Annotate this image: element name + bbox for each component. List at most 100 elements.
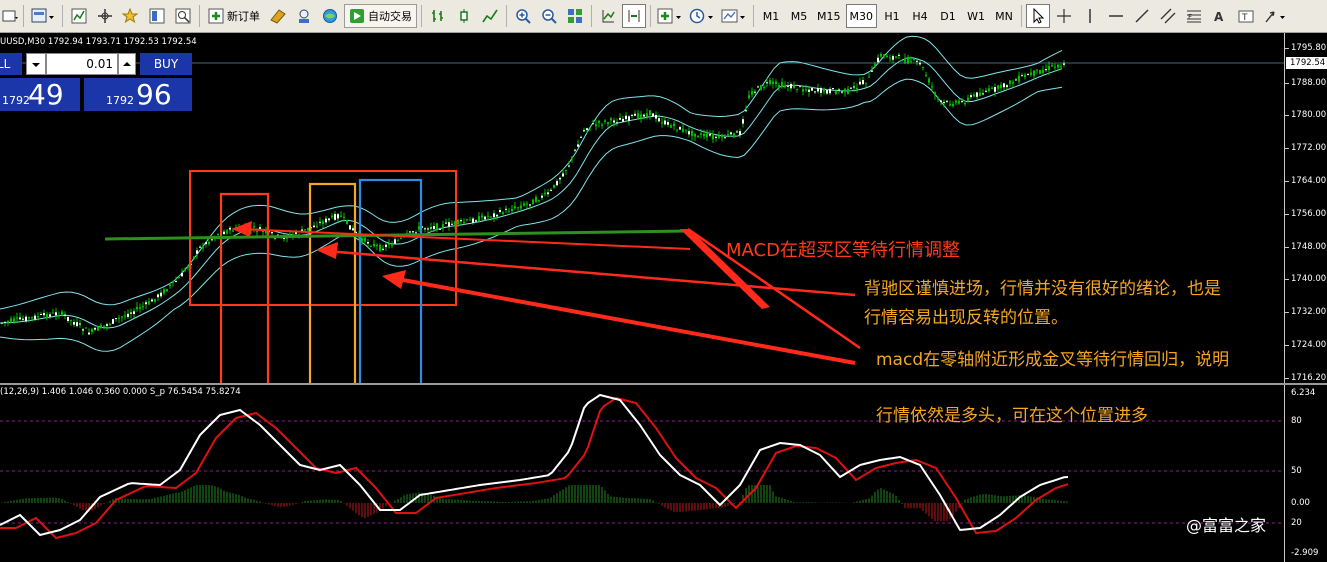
new-chart-button[interactable] — [1, 4, 19, 28]
price-axis-label: 1772.00 — [1291, 143, 1327, 153]
candle-body — [388, 243, 390, 245]
candle-body — [706, 133, 708, 138]
arrows-tool-icon[interactable] — [1260, 4, 1290, 28]
bar-chart-icon[interactable] — [426, 4, 450, 28]
crosshair-tool-icon[interactable] — [1052, 4, 1076, 28]
new-order-button[interactable]: 新订单 — [204, 4, 264, 28]
cursor-tool-icon[interactable] — [1026, 4, 1050, 28]
signals-icon[interactable] — [292, 4, 316, 28]
timeframe-h1[interactable]: H1 — [879, 4, 905, 28]
candle-body — [862, 80, 864, 85]
favorites-icon[interactable] — [119, 4, 143, 28]
timeframe-m5[interactable]: M5 — [786, 4, 812, 28]
candle-body — [736, 131, 738, 133]
channel-tool-icon[interactable] — [1156, 4, 1180, 28]
lot-increase-button[interactable] — [118, 53, 136, 75]
strategy-tester-icon[interactable] — [171, 4, 195, 28]
candle-body — [460, 220, 462, 222]
candle-body — [1000, 84, 1002, 88]
horizontal-line-tool-icon[interactable] — [1104, 4, 1128, 28]
periods-icon[interactable] — [687, 4, 717, 28]
candle-body — [724, 137, 726, 139]
timeframe-m30[interactable]: M30 — [845, 4, 877, 28]
candle-body — [952, 103, 954, 106]
price-axis-label: 1756.00 — [1291, 209, 1327, 219]
lot-dropdown[interactable] — [26, 53, 46, 75]
timeframe-h4[interactable]: H4 — [907, 4, 933, 28]
price-axis: 1792.54 1795.80 1788.00 1780.00 1772.00 1764… — [1284, 33, 1327, 383]
candle-body — [820, 88, 822, 93]
candle-body — [847, 88, 849, 94]
candle-body — [328, 218, 330, 221]
candle-body — [559, 177, 561, 180]
market-watch-icon[interactable] — [67, 4, 91, 28]
text-tool-icon[interactable]: A — [1208, 4, 1232, 28]
templates-icon[interactable] — [719, 4, 749, 28]
candle-body — [790, 84, 792, 89]
candle-body — [457, 220, 459, 224]
vertical-line-tool-icon[interactable] — [1078, 4, 1102, 28]
candle-body — [391, 244, 393, 246]
indicator-info: (12,26,9) 1.406 1.046 0.360 0.000 S_p 76… — [0, 387, 241, 397]
profiles-button[interactable] — [28, 4, 58, 28]
candle-body — [37, 316, 39, 318]
chart-shift-icon[interactable] — [622, 4, 646, 28]
lot-size-input[interactable]: 0.01 — [46, 53, 118, 75]
trendline-tool-icon[interactable] — [1130, 4, 1154, 28]
candle-body — [91, 329, 93, 332]
candle-body — [22, 318, 24, 320]
timeframe-w1[interactable]: W1 — [963, 4, 989, 28]
candle-body — [895, 56, 897, 58]
sell-button[interactable]: LL — [0, 53, 22, 75]
candle-body — [184, 269, 186, 271]
candle-body — [256, 231, 258, 233]
candle-body — [865, 82, 867, 84]
candle-body — [217, 233, 219, 236]
line-chart-icon[interactable] — [478, 4, 502, 28]
fibonacci-tool-icon[interactable]: F — [1182, 4, 1206, 28]
timeframe-m1[interactable]: M1 — [758, 4, 784, 28]
candle-body — [757, 86, 759, 88]
candle-body — [682, 128, 684, 133]
crosshair-nav-icon[interactable] — [93, 4, 117, 28]
candle-body — [52, 312, 54, 314]
annotation-divergence-line2: 行情容易出现反转的位置。 — [864, 308, 1068, 328]
candlestick-chart-icon[interactable] — [452, 4, 476, 28]
candle-body — [1024, 74, 1026, 78]
candle-body — [619, 118, 621, 120]
buy-button[interactable]: BUY — [140, 53, 192, 75]
candle-body — [31, 316, 33, 318]
indicators-icon[interactable] — [655, 4, 685, 28]
sell-price-display[interactable]: 1792 49 — [0, 78, 80, 111]
price-axis-label: 1764.00 — [1291, 176, 1327, 186]
indicator-axis-label: -2.909 — [1291, 548, 1319, 558]
candle-body — [562, 173, 564, 177]
candle-body — [799, 85, 801, 87]
candle-body — [691, 131, 693, 137]
candle-body — [868, 76, 870, 78]
autoscroll-icon[interactable] — [596, 4, 620, 28]
timeframe-m15[interactable]: M15 — [814, 4, 844, 28]
buy-price-display[interactable]: 1792 96 — [84, 78, 192, 111]
candle-body — [196, 250, 198, 254]
data-window-icon[interactable] — [145, 4, 169, 28]
tile-windows-icon[interactable] — [563, 4, 587, 28]
zoom-out-icon[interactable] — [537, 4, 561, 28]
annotation-arrows — [232, 221, 861, 365]
candle-body — [520, 205, 522, 209]
candle-body — [1009, 80, 1011, 84]
text-label-tool-icon[interactable]: T — [1234, 4, 1258, 28]
timeframe-d1[interactable]: D1 — [935, 4, 961, 28]
auto-trading-button[interactable]: 自动交易 — [344, 4, 417, 28]
candle-body — [616, 122, 618, 124]
timeframe-mn[interactable]: MN — [991, 4, 1017, 28]
candle-body — [202, 246, 204, 249]
candle-body — [307, 227, 309, 231]
candle-body — [130, 312, 132, 314]
candle-body — [556, 181, 558, 186]
market-icon[interactable] — [318, 4, 342, 28]
price-chart[interactable] — [0, 33, 1284, 383]
zoom-in-icon[interactable] — [511, 4, 535, 28]
metaeditor-icon[interactable] — [266, 4, 290, 28]
candle-body — [316, 226, 318, 228]
